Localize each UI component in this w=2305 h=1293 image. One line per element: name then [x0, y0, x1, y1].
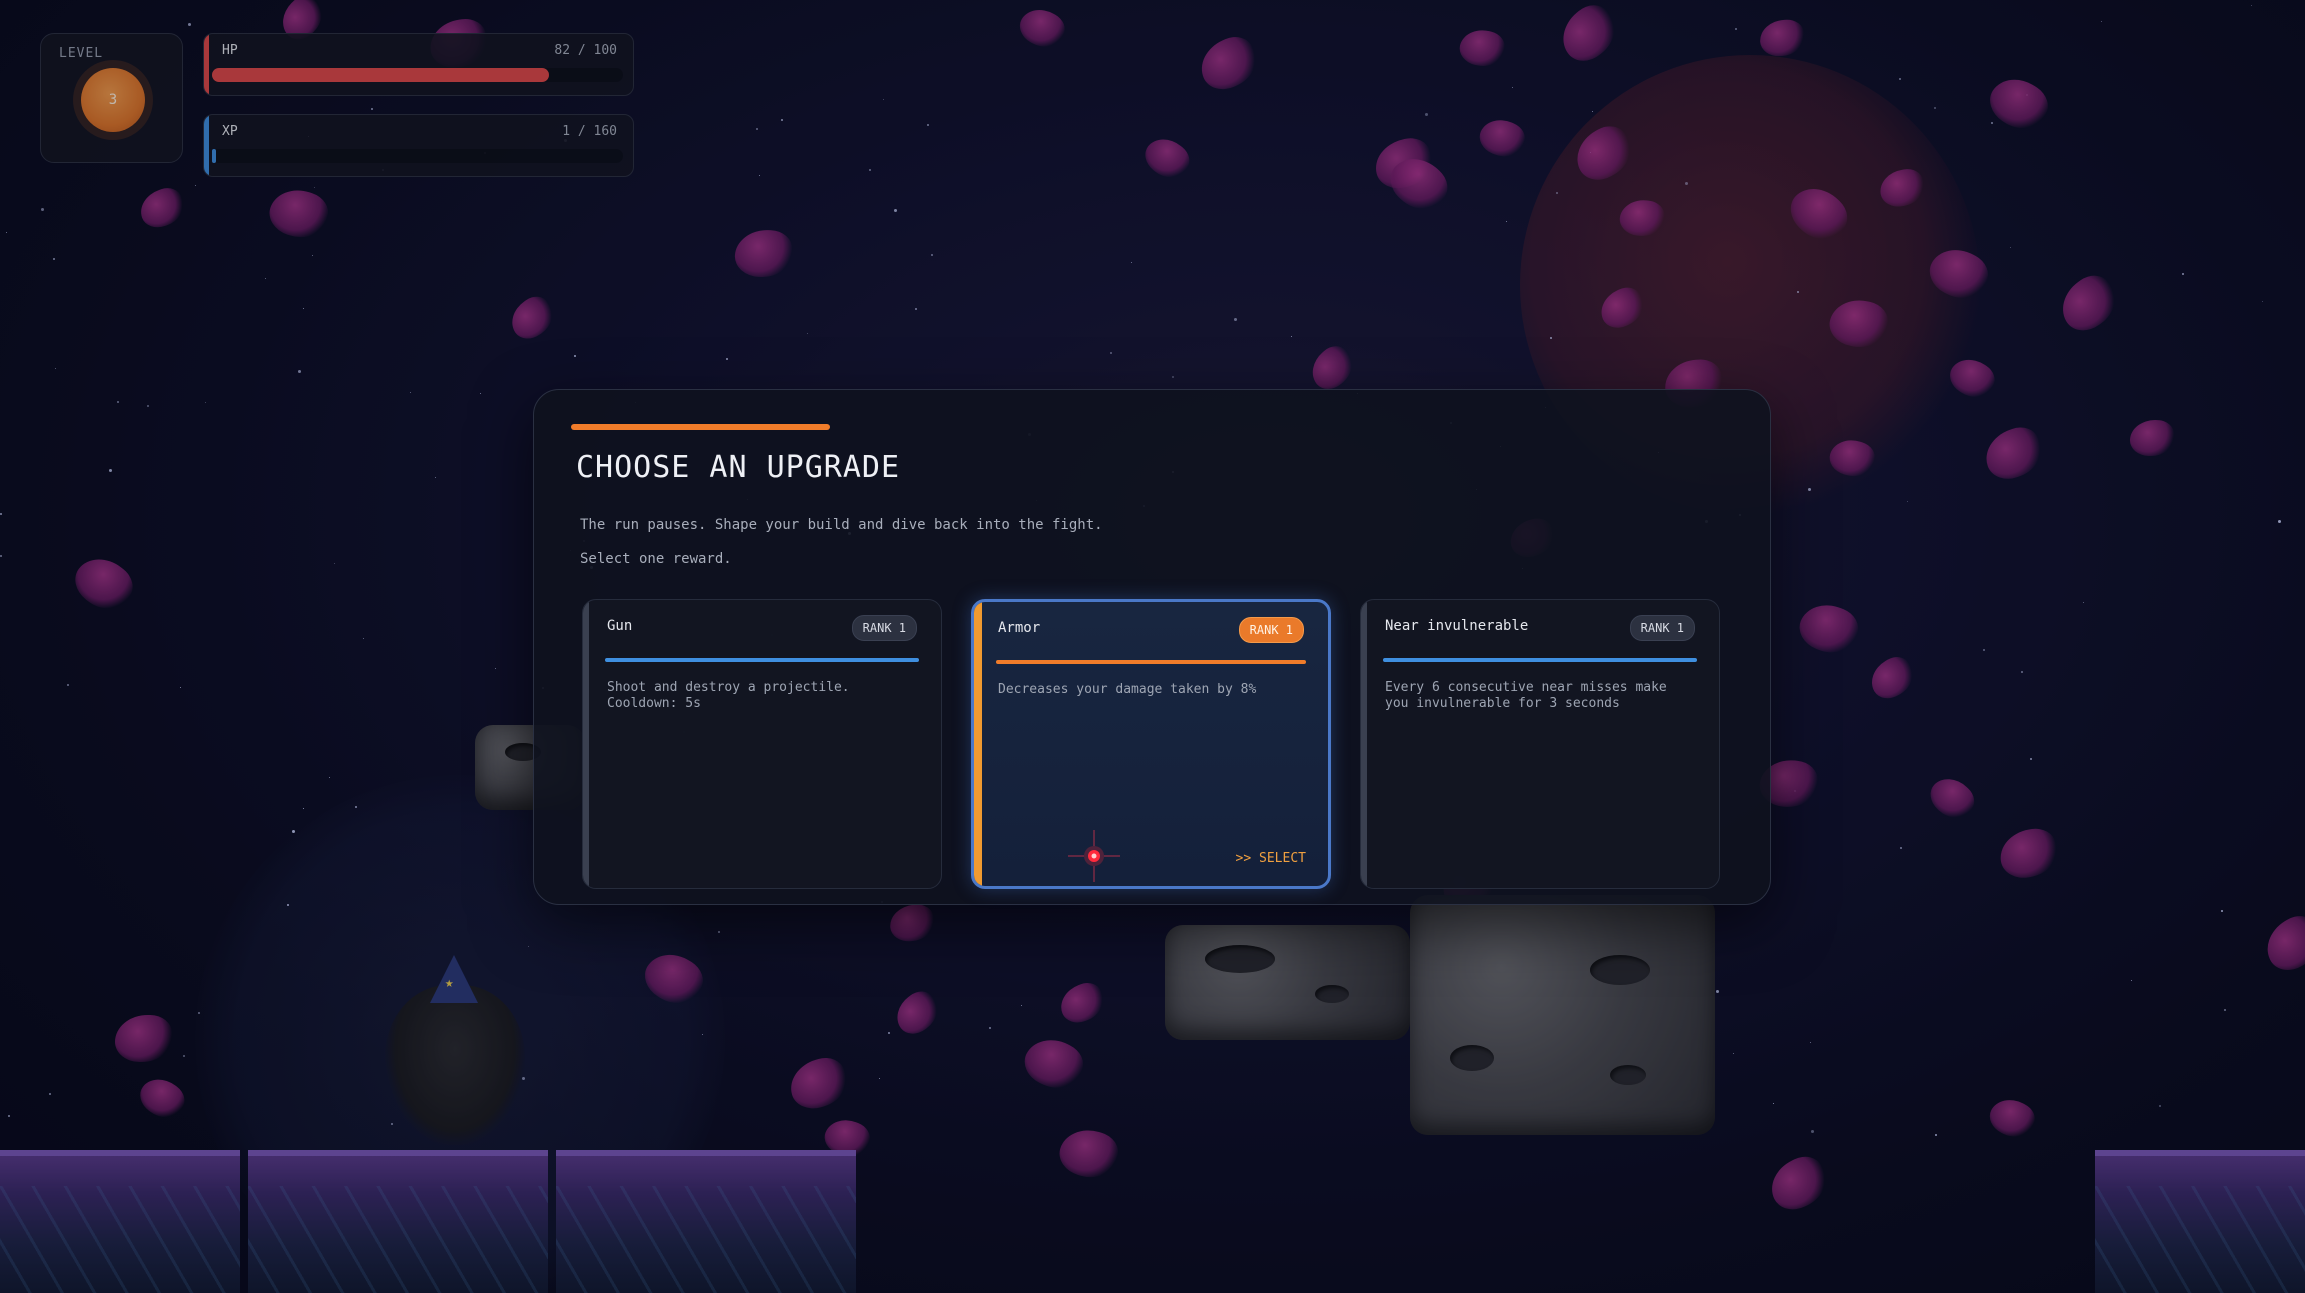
card-divider	[1383, 658, 1697, 662]
card-title: Near invulnerable	[1385, 618, 1529, 634]
dialog-subtitle: The run pauses. Shape your build and div…	[580, 517, 1103, 533]
card-divider	[996, 660, 1306, 664]
upgrade-card-gun[interactable]: Gun RANK 1 Shoot and destroy a projectil…	[582, 599, 942, 889]
card-title: Armor	[998, 620, 1041, 636]
crosshair-icon	[1068, 830, 1120, 882]
card-edge	[583, 600, 589, 888]
card-description: Decreases your damage taken by 8%	[998, 682, 1257, 697]
rank-badge: RANK 1	[1238, 617, 1304, 643]
upgrade-dialog: CHOOSE AN UPGRADE The run pauses. Shape …	[533, 389, 1771, 905]
dialog-accent-bar	[571, 424, 830, 430]
card-description: Every 6 consecutive near misses make you…	[1385, 680, 1667, 711]
select-label[interactable]: >> SELECT	[1236, 851, 1306, 866]
upgrade-card-armor[interactable]: Armor RANK 1 Decreases your damage taken…	[971, 599, 1331, 889]
dialog-hint: Select one reward.	[580, 551, 732, 567]
rank-badge: RANK 1	[1629, 615, 1695, 641]
card-description: Shoot and destroy a projectile. Cooldown…	[607, 680, 850, 711]
card-title: Gun	[607, 618, 633, 634]
card-edge	[974, 602, 982, 886]
dialog-title: CHOOSE AN UPGRADE	[576, 450, 901, 485]
card-divider	[605, 658, 919, 662]
rank-badge: RANK 1	[851, 615, 917, 641]
upgrade-card-near-invulnerable[interactable]: Near invulnerable RANK 1 Every 6 consecu…	[1360, 599, 1720, 889]
card-edge	[1361, 600, 1367, 888]
